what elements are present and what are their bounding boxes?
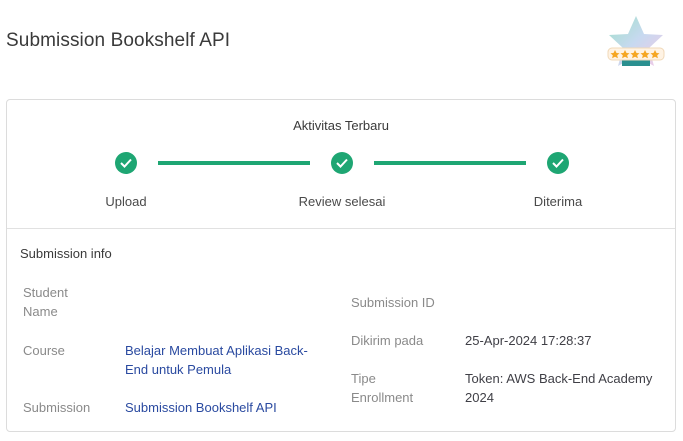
step-connector-1: [158, 161, 310, 165]
submission-card: Aktivitas Terbaru Upload Review selesai …: [6, 99, 676, 432]
step-review-icon: [331, 152, 353, 174]
step-label-accepted: Diterima: [533, 194, 583, 209]
divider: [7, 228, 675, 229]
course-link[interactable]: Belajar Membuat Aplikasi Back-End untuk …: [125, 341, 320, 379]
step-label-upload: Upload: [105, 194, 147, 209]
submitted-at-label: Dikirim pada: [351, 333, 424, 348]
activity-title: Aktivitas Terbaru: [293, 118, 389, 133]
enrollment-type-label: Tipe Enrollment: [351, 371, 414, 405]
step-label-review: Review selesai: [298, 194, 386, 209]
step-upload-icon: [115, 152, 137, 174]
submission-link[interactable]: Submission Bookshelf API: [125, 398, 277, 417]
step-connector-2: [374, 161, 526, 165]
course-label: Course: [23, 343, 65, 358]
star-rating-badge-icon: [604, 14, 668, 72]
page-title: Submission Bookshelf API: [6, 30, 231, 51]
enrollment-type-value: Token: AWS Back-End Academy 2024: [465, 371, 653, 405]
student-name-label: Student Name: [23, 285, 68, 319]
submission-id-label: Submission ID: [351, 295, 435, 310]
step-accepted-icon: [547, 152, 569, 174]
submitted-at-value: 25-Apr-2024 17:28:37: [465, 333, 592, 348]
submission-info-title: Submission info: [20, 246, 112, 261]
submission-label: Submission: [23, 400, 91, 415]
